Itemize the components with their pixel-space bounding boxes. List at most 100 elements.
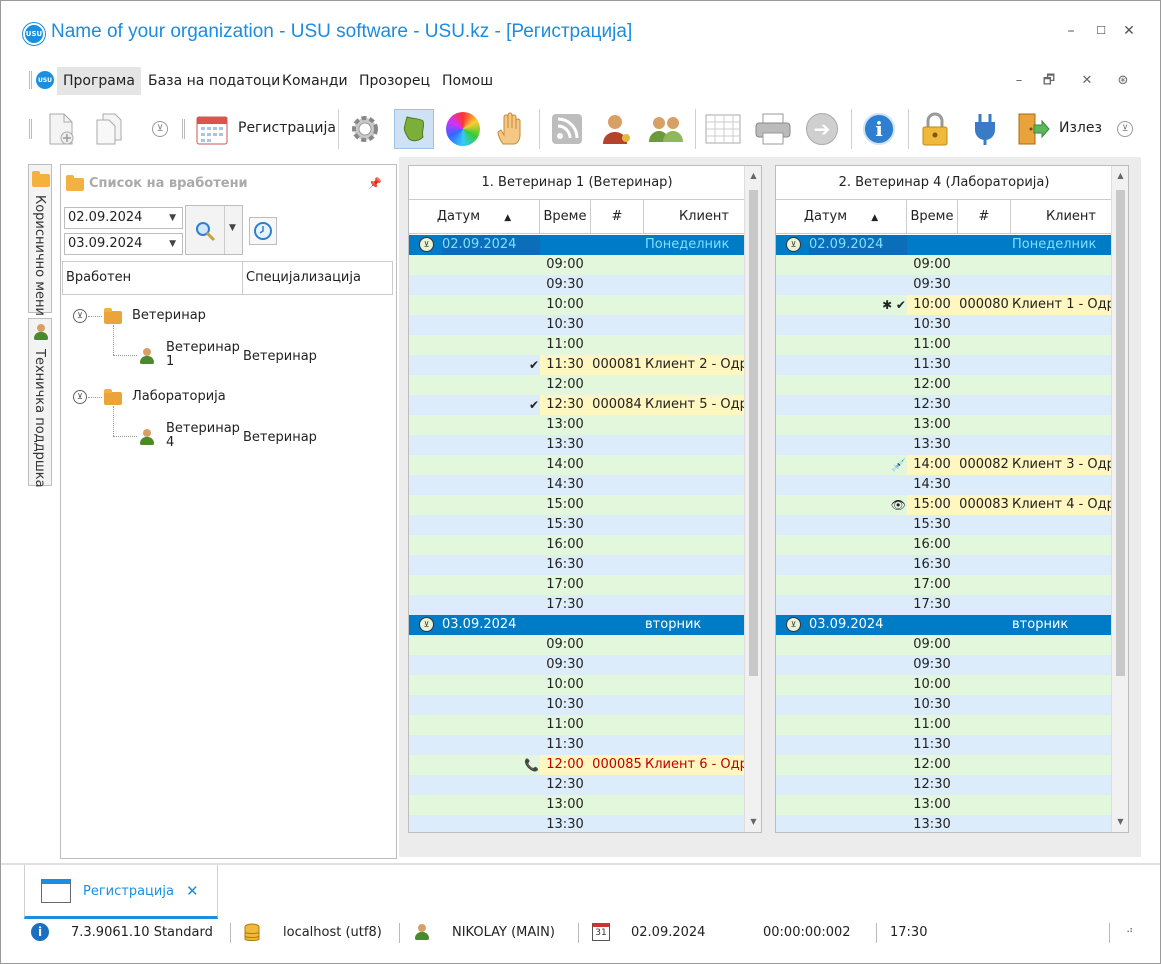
appointment-row[interactable]: 💉 ✔14:00000082Клиент 3 - Одре: [776, 455, 1112, 492]
toolbar-grip[interactable]: [29, 119, 32, 139]
time-slot-row[interactable]: 14:30: [409, 475, 745, 495]
time-slot-row[interactable]: 10:00: [409, 295, 745, 315]
rss-feed-icon[interactable]: [547, 109, 587, 149]
appointment-row[interactable]: ✱ ✔ 10:00 000080 Клиент 1 - Одре: [776, 295, 1112, 315]
time-slot-row[interactable]: 13:00: [776, 795, 1112, 815]
time-slot-row[interactable]: 11:00: [409, 335, 745, 355]
time-slot-row[interactable]: 11:00: [409, 715, 745, 735]
time-slot-row[interactable]: 13:30: [776, 815, 1112, 832]
maximize-button[interactable]: ☐: [1093, 23, 1109, 39]
time-slot-row[interactable]: 12:00: [776, 755, 1112, 775]
copy-document-icon[interactable]: [89, 109, 129, 149]
time-slot-row[interactable]: 12:30: [776, 775, 1112, 795]
toolbar-overflow-icon[interactable]: ⊻: [152, 121, 168, 137]
lock-icon[interactable]: [915, 109, 955, 149]
scroll-up-icon[interactable]: ▲: [745, 168, 761, 184]
time-slot-row[interactable]: 13:00: [776, 415, 1112, 435]
scroll-thumb[interactable]: [1116, 190, 1125, 676]
menu-window[interactable]: Прозорец: [353, 67, 436, 95]
time-slot-row[interactable]: 17:30: [776, 595, 1112, 615]
time-slot-row[interactable]: 12:00: [409, 375, 745, 395]
toolbar-overflow-icon-2[interactable]: ⊻: [1117, 121, 1133, 137]
column-date[interactable]: Датум ▲: [409, 200, 540, 233]
scroll-up-icon[interactable]: ▲: [1112, 168, 1128, 184]
time-slot-row[interactable]: 10:30: [409, 315, 745, 335]
time-slot-row[interactable]: 17:00: [409, 575, 745, 595]
column-time[interactable]: Време: [540, 200, 591, 233]
time-slot-row[interactable]: 09:00: [776, 255, 1112, 275]
pin-icon[interactable]: 📌: [368, 177, 382, 190]
time-slot-row[interactable]: 10:30: [409, 695, 745, 715]
employee-veterinar-4[interactable]: Ветеринар 4: [166, 422, 240, 450]
menu-grip[interactable]: [29, 71, 32, 89]
group-laboratory[interactable]: Лабораторија: [132, 389, 226, 404]
registration-button[interactable]: Регистрација: [238, 120, 336, 136]
time-slot-row[interactable]: 09:00: [409, 255, 745, 275]
exit-button[interactable]: Излез: [1059, 120, 1102, 136]
day-collapse-icon[interactable]: ⊻: [419, 237, 434, 252]
time-slot-row[interactable]: 15:00: [409, 495, 745, 515]
info-icon[interactable]: i: [859, 109, 899, 149]
plug-icon[interactable]: [965, 109, 1005, 149]
time-slot-row[interactable]: 09:30: [409, 655, 745, 675]
column-time[interactable]: Време: [907, 200, 958, 233]
time-slot-row[interactable]: 11:30: [409, 735, 745, 755]
exit-door-icon[interactable]: [1013, 109, 1053, 149]
time-slot-row[interactable]: 16:00: [409, 535, 745, 555]
refresh-clock-button[interactable]: [249, 217, 277, 245]
time-slot-row[interactable]: 09:00: [776, 635, 1112, 655]
menu-help[interactable]: Помош: [436, 67, 499, 95]
forward-arrow-icon[interactable]: ➔: [802, 109, 842, 149]
side-tab-user-menu[interactable]: Кориснично мени: [28, 164, 52, 316]
time-slot-row[interactable]: 13:30: [409, 815, 745, 832]
time-slot-row[interactable]: 09:00: [409, 635, 745, 655]
hand-icon[interactable]: [491, 109, 531, 149]
time-slot-row[interactable]: 12:00: [776, 375, 1112, 395]
time-slot-row[interactable]: 13:00: [409, 795, 745, 815]
time-slot-row[interactable]: 13:00: [409, 415, 745, 435]
table-grid-icon[interactable]: [703, 109, 743, 149]
time-slot-row[interactable]: 13:30: [409, 435, 745, 455]
scrollbar[interactable]: ▲ ▼: [744, 166, 761, 832]
chevron-down-icon[interactable]: ▼: [169, 208, 176, 228]
tab-registration[interactable]: Регистрација ✕: [24, 865, 218, 919]
column-employee[interactable]: Вработен: [63, 262, 243, 294]
time-slot-row[interactable]: 14:30: [776, 475, 1112, 495]
scroll-down-icon[interactable]: ▼: [1112, 814, 1128, 830]
search-button[interactable]: ▼: [185, 205, 243, 255]
column-number[interactable]: #: [958, 200, 1011, 233]
column-client[interactable]: Клиент: [1011, 200, 1112, 233]
time-slot-row[interactable]: 09:30: [776, 275, 1112, 295]
column-specialization[interactable]: Специјализација: [243, 262, 393, 294]
time-slot-row[interactable]: 11:30: [776, 735, 1112, 755]
day-collapse-icon[interactable]: ⊻: [786, 237, 801, 252]
time-slot-row[interactable]: 15:30: [776, 515, 1112, 535]
day-collapse-icon[interactable]: ⊻: [419, 617, 434, 632]
user-key-icon[interactable]: [597, 109, 637, 149]
color-wheel-icon[interactable]: [443, 109, 483, 149]
menu-database[interactable]: База на податоци: [142, 67, 286, 95]
day-collapse-icon[interactable]: ⊻: [786, 617, 801, 632]
calendar-icon[interactable]: [192, 109, 232, 149]
time-slot-row[interactable]: 12:30: [409, 775, 745, 795]
printer-icon[interactable]: [753, 109, 793, 149]
appointment-row[interactable]: ✔ 11:30 000081 Клиент 2 - Одре: [409, 355, 745, 375]
employee-veterinar-1[interactable]: Ветеринар 1: [166, 341, 240, 369]
time-slot-row[interactable]: 15:30: [409, 515, 745, 535]
time-slot-row[interactable]: 16:30: [409, 555, 745, 575]
time-slot-row[interactable]: 16:30: [776, 555, 1112, 575]
menu-commands[interactable]: Команди: [276, 67, 354, 95]
day-header-row[interactable]: ⊻ 02.09.2024 Понеделник: [776, 235, 1112, 255]
group-collapse-icon[interactable]: ⊻: [73, 390, 87, 404]
appointment-row[interactable]: 👁 ✔15:00000083Клиент 4 - Одре: [776, 495, 1112, 532]
mdi-minimize-button[interactable]: –: [1011, 73, 1027, 89]
minimize-button[interactable]: –: [1063, 23, 1079, 39]
time-slot-row[interactable]: 10:30: [776, 695, 1112, 715]
chevron-down-icon[interactable]: ▼: [229, 223, 236, 233]
settings-gear-icon[interactable]: [345, 109, 385, 149]
time-slot-row[interactable]: 11:00: [776, 715, 1112, 735]
scroll-thumb[interactable]: [749, 190, 758, 676]
time-slot-row[interactable]: 17:00: [776, 575, 1112, 595]
side-tab-tech-support[interactable]: Техничка поддршка: [28, 318, 52, 488]
resize-grip-icon[interactable]: ⠴: [1126, 925, 1133, 936]
